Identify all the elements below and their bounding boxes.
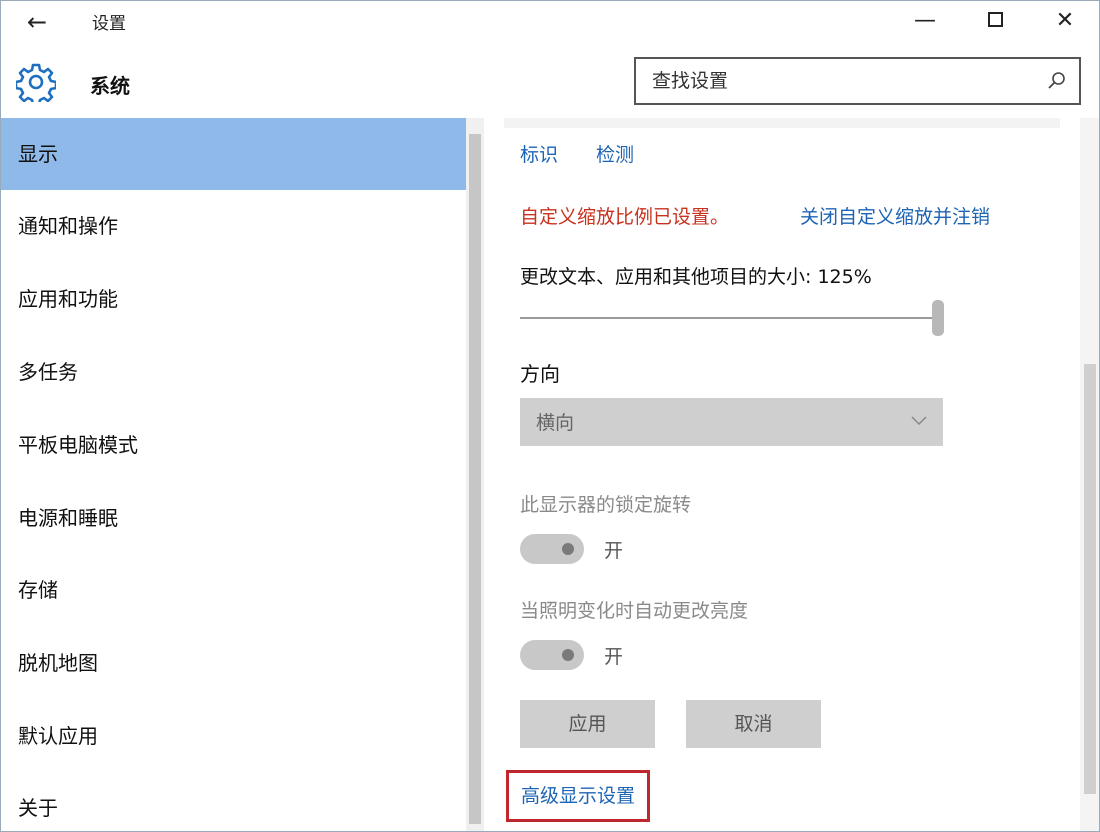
rotation-lock-label: 此显示器的锁定旋转 <box>520 494 692 516</box>
sidebar-item-default-apps[interactable]: 默认应用 <box>0 700 466 772</box>
orientation-label: 方向 <box>520 362 560 386</box>
close-button[interactable]: ✕ <box>1042 6 1088 36</box>
scale-slider[interactable] <box>520 300 944 338</box>
search-input[interactable] <box>636 59 1036 103</box>
sidebar-item-display[interactable]: 显示 <box>0 118 466 190</box>
scale-label: 更改文本、应用和其他项目的大小: 125% <box>520 266 872 288</box>
auto-brightness-label: 当照明变化时自动更改亮度 <box>520 600 749 622</box>
detect-link[interactable]: 检测 <box>596 140 634 167</box>
display-settings-panel: 标识 检测 自定义缩放比例已设置。 关闭自定义缩放并注销 更改文本、应用和其他项… <box>484 118 1080 832</box>
sidebar-scrollbar-thumb[interactable] <box>469 134 481 824</box>
rotation-lock-toggle[interactable] <box>520 534 584 564</box>
auto-brightness-toggle[interactable] <box>520 640 584 670</box>
sidebar-item-apps[interactable]: 应用和功能 <box>0 263 466 335</box>
custom-scale-warning: 自定义缩放比例已设置。 <box>520 206 730 228</box>
search-box[interactable] <box>634 57 1081 105</box>
identify-link[interactable]: 标识 <box>520 140 558 167</box>
scale-slider-thumb[interactable] <box>932 300 944 336</box>
sidebar-item-about[interactable]: 关于 <box>0 772 466 832</box>
sidebar-item-storage[interactable]: 存储 <box>0 554 466 626</box>
sidebar-scrollbar[interactable] <box>466 118 484 832</box>
page-title: 系统 <box>90 74 130 98</box>
sidebar-item-multitasking[interactable]: 多任务 <box>0 336 466 408</box>
minimize-button[interactable]: — <box>902 6 948 36</box>
toggle-knob <box>562 543 574 555</box>
content-scrollbar-thumb[interactable] <box>1084 364 1096 794</box>
rotation-lock-state: 开 <box>604 540 624 562</box>
maximize-button[interactable] <box>972 6 1018 36</box>
advanced-display-settings-link[interactable]: 高级显示设置 <box>506 770 651 822</box>
monitor-preview-edge <box>504 118 1060 128</box>
scale-slider-track[interactable] <box>520 317 932 319</box>
cancel-button[interactable]: 取消 <box>686 700 821 748</box>
auto-brightness-state: 开 <box>604 646 624 668</box>
apply-button[interactable]: 应用 <box>520 700 655 748</box>
sidebar-item-tablet-mode[interactable]: 平板电脑模式 <box>0 409 466 481</box>
window-title: 设置 <box>92 14 126 34</box>
chevron-down-icon <box>911 416 927 426</box>
content-scrollbar[interactable] <box>1080 118 1100 832</box>
sidebar: 显示 通知和操作 应用和功能 多任务 平板电脑模式 电源和睡眠 存储 脱机地图 … <box>0 118 466 832</box>
gear-icon <box>16 63 56 102</box>
search-icon[interactable] <box>1047 71 1067 91</box>
sidebar-item-offline-maps[interactable]: 脱机地图 <box>0 627 466 699</box>
title-bar: ← 设置 — ✕ <box>0 0 1100 44</box>
sidebar-item-power-sleep[interactable]: 电源和睡眠 <box>0 482 466 554</box>
sidebar-item-notifications[interactable]: 通知和操作 <box>0 190 466 262</box>
toggle-knob <box>562 649 574 661</box>
reset-custom-scale-link[interactable]: 关闭自定义缩放并注销 <box>800 202 990 229</box>
back-button[interactable]: ← <box>22 8 52 36</box>
orientation-dropdown[interactable]: 横向 <box>520 398 943 446</box>
maximize-icon <box>987 11 1003 27</box>
orientation-value: 横向 <box>536 412 575 434</box>
